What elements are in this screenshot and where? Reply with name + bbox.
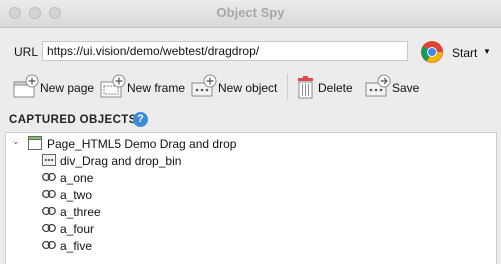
tree-node-page[interactable]: ⌄ Page_HTML5 Demo Drag and drop <box>6 136 496 152</box>
tree-node-label: a_four <box>60 222 95 236</box>
link-icon <box>42 206 56 216</box>
tree-node-object[interactable]: div_Drag and drop_bin <box>42 153 482 169</box>
tree-node-label: a_three <box>60 205 101 219</box>
start-button[interactable]: Start ▼ <box>420 40 494 64</box>
window-title: Object Spy <box>216 5 285 20</box>
tree-node-label: a_five <box>60 239 93 253</box>
trash-icon <box>298 76 313 99</box>
save-label: Save <box>392 81 420 95</box>
new-page-label: New page <box>40 81 95 95</box>
title-bar: Object Spy <box>0 0 501 28</box>
toolbar-divider <box>287 74 288 100</box>
url-label: URL <box>14 45 39 59</box>
captured-objects-tree: ⌄ Page_HTML5 Demo Drag and drop div_Drag… <box>5 132 497 264</box>
tree-node-link[interactable]: a_four <box>42 221 482 237</box>
link-icon <box>42 189 56 199</box>
link-icon <box>42 240 56 250</box>
url-input[interactable] <box>42 41 408 61</box>
new-object-button[interactable]: New object <box>191 73 281 101</box>
delete-button[interactable]: Delete <box>296 73 356 101</box>
tree-node-link[interactable]: a_two <box>42 187 482 203</box>
save-icon <box>365 74 391 97</box>
help-icon[interactable]: ? <box>133 112 148 127</box>
save-button[interactable]: Save <box>365 73 425 101</box>
start-label: Start <box>452 46 478 60</box>
chrome-icon <box>421 41 443 63</box>
tree-node-label: Page_HTML5 Demo Drag and drop <box>47 137 237 151</box>
link-icon <box>42 172 56 182</box>
expand-caret-icon[interactable]: ⌄ <box>12 136 20 147</box>
link-icon <box>42 223 56 233</box>
new-object-label: New object <box>218 81 278 95</box>
new-page-icon <box>13 74 39 98</box>
tree-node-link[interactable]: a_three <box>42 204 482 220</box>
caret-down-icon: ▼ <box>483 47 491 56</box>
new-page-button[interactable]: New page <box>13 73 95 101</box>
delete-label: Delete <box>318 81 353 95</box>
captured-objects-heading: CAPTURED OBJECTS <box>9 114 137 126</box>
tree-node-label: a_one <box>60 171 94 185</box>
tree-node-link[interactable]: a_five <box>42 238 482 254</box>
page-icon <box>28 136 42 150</box>
tree-node-label: a_two <box>60 188 93 202</box>
new-object-icon <box>191 74 217 97</box>
object-icon <box>42 154 56 166</box>
new-frame-button[interactable]: New frame <box>100 73 186 101</box>
new-frame-label: New frame <box>127 81 186 95</box>
tree-node-link[interactable]: a_one <box>42 170 482 186</box>
tree-node-label: div_Drag and drop_bin <box>60 154 182 168</box>
new-frame-icon <box>100 74 126 98</box>
